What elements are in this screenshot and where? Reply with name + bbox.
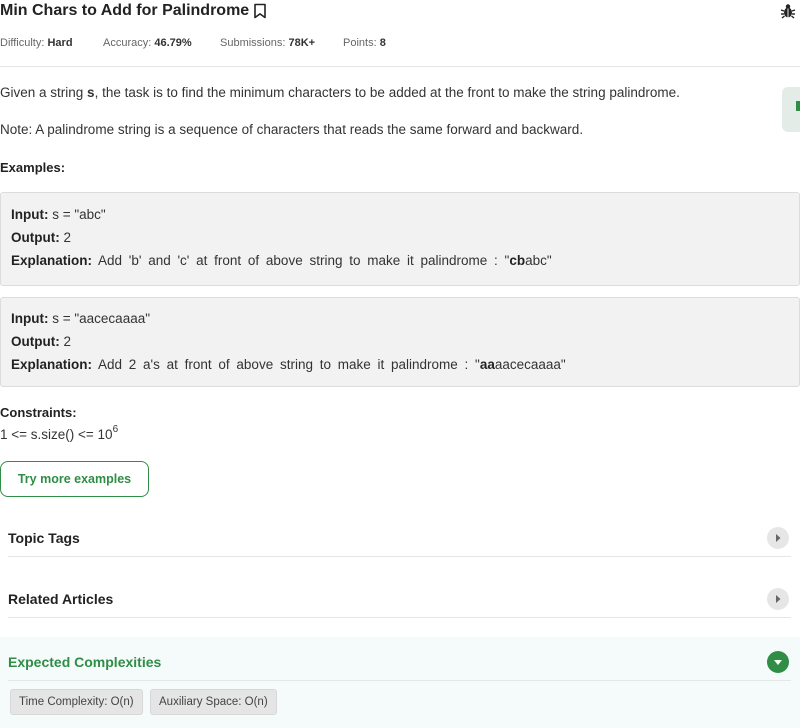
description-variable: s	[87, 85, 95, 100]
description-text: Given a string	[0, 85, 88, 100]
output-label: Output:	[11, 334, 60, 349]
example-input: Input: s = "aacecaaaa"	[11, 311, 150, 326]
topic-tags-label: Topic Tags	[8, 530, 80, 546]
accordion-expected-complexities[interactable]: Expected Complexities	[8, 644, 791, 681]
constraint-text: 1 <= s.size() <= 10	[0, 427, 113, 442]
meta-points: Points: 8	[343, 37, 386, 49]
output-label: Output:	[11, 230, 60, 245]
bookmark-icon[interactable]	[253, 3, 267, 19]
chevron-down-icon[interactable]	[767, 651, 789, 673]
related-articles-label: Related Articles	[8, 591, 114, 607]
explanation-tail: aacecaaaa"	[494, 357, 566, 372]
accuracy-value: 46.79%	[154, 37, 192, 49]
submissions-value: 78K+	[288, 37, 316, 49]
example-input: Input: s = "abc"	[11, 207, 106, 222]
explanation-text: Add 'b' and 'c' at front of above string…	[92, 253, 510, 268]
output-value: 2	[59, 334, 71, 349]
space-complexity-chip: Auxiliary Space: O(n)	[150, 689, 277, 715]
accordion-related-articles[interactable]: Related Articles	[8, 581, 791, 618]
explanation-tail: abc"	[525, 253, 552, 268]
submissions-label: Submissions:	[220, 37, 286, 49]
difficulty-label: Difficulty:	[0, 37, 45, 49]
chevron-right-icon[interactable]	[767, 527, 789, 549]
explanation-label: Explanation:	[11, 253, 93, 268]
chevron-right-icon[interactable]	[767, 588, 789, 610]
explanation-text: Add 2 a's at front of above string to ma…	[92, 357, 480, 372]
accordion-topic-tags[interactable]: Topic Tags	[8, 520, 791, 557]
input-label: Input:	[11, 207, 49, 222]
explanation-bold: cb	[509, 253, 526, 268]
input-value: s = "aacecaaaa"	[48, 311, 151, 326]
examples-heading: Examples:	[0, 160, 66, 175]
problem-description: Given a string s, the task is to find th…	[0, 85, 680, 100]
points-label: Points:	[343, 37, 377, 49]
constraint-exponent: 6	[112, 424, 119, 435]
example-box-1: Input: s = "abc" Output: 2 Explanation: …	[0, 192, 800, 286]
example-output: Output: 2	[11, 334, 71, 349]
input-label: Input:	[11, 311, 49, 326]
constraints-heading: Constraints:	[0, 405, 77, 420]
example-output: Output: 2	[11, 230, 71, 245]
bug-icon[interactable]	[780, 3, 796, 22]
try-more-examples-button[interactable]: Try more examples	[0, 461, 149, 497]
example-explanation: Explanation: Add 'b' and 'c' at front of…	[11, 253, 552, 268]
expected-complexities-label: Expected Complexities	[8, 654, 162, 670]
accuracy-label: Accuracy:	[103, 37, 152, 49]
example-box-2: Input: s = "aacecaaaa" Output: 2 Explana…	[0, 297, 800, 387]
explanation-bold: aa	[479, 357, 495, 372]
input-value: s = "abc"	[48, 207, 106, 222]
meta-accuracy: Accuracy: 46.79%	[103, 37, 220, 49]
constraint-line: 1 <= s.size() <= 106	[0, 424, 119, 442]
difficulty-value: Hard	[47, 37, 73, 49]
time-complexity-chip: Time Complexity: O(n)	[10, 689, 143, 715]
points-value: 8	[379, 37, 386, 49]
meta-difficulty: Difficulty: Hard	[0, 37, 103, 49]
meta-submissions: Submissions: 78K+	[220, 37, 343, 49]
problem-header: Min Chars to Add for Palindrome	[0, 2, 267, 20]
output-value: 2	[59, 230, 71, 245]
problem-meta: Difficulty: Hard Accuracy: 46.79% Submis…	[0, 37, 386, 49]
side-panel-tab[interactable]	[782, 87, 800, 132]
explanation-label: Explanation:	[11, 357, 93, 372]
problem-note: Note: A palindrome string is a sequence …	[0, 122, 584, 137]
header-divider	[0, 66, 800, 67]
example-explanation: Explanation: Add 2 a's at front of above…	[11, 357, 566, 372]
description-text-tail: , the task is to find the minimum charac…	[94, 85, 680, 100]
problem-title: Min Chars to Add for Palindrome	[0, 2, 250, 19]
